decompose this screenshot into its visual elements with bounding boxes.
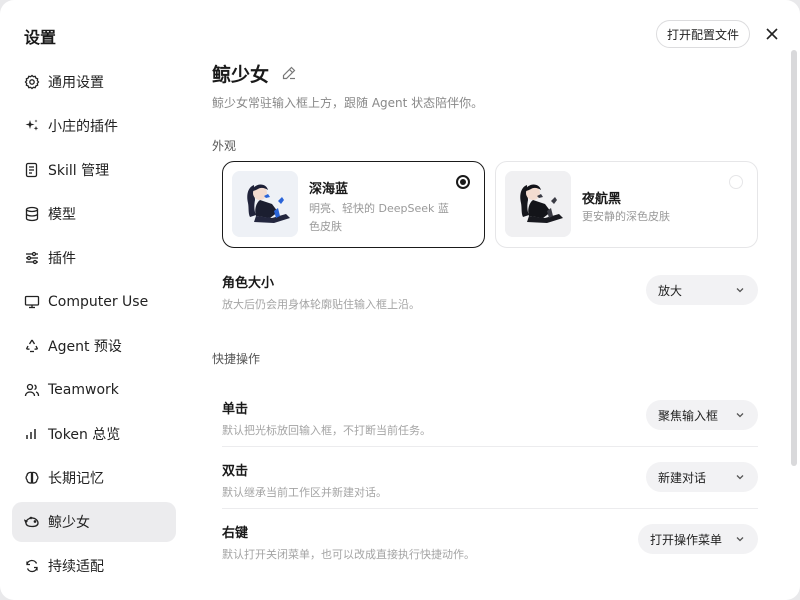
- sidebar-item-label: Agent 预设: [48, 339, 122, 355]
- main-content: 鲸少女 鲸少女常驻输入框上方，跟随 Agent 状态陪伴你。: [212, 56, 772, 111]
- sidebar-item-teamwork[interactable]: Teamwork: [12, 370, 176, 410]
- chevron-down-icon: [734, 409, 746, 421]
- sidebar-item-label: 持续适配: [48, 559, 104, 575]
- page-header: 鲸少女: [212, 56, 772, 90]
- open-config-file-button[interactable]: 打开配置文件: [656, 20, 750, 48]
- loop-icon: [24, 558, 40, 574]
- close-icon: [765, 27, 779, 41]
- skin-radio-selected[interactable]: [456, 175, 470, 189]
- sidebar-item-label: 通用设置: [48, 75, 104, 91]
- chevron-down-icon: [734, 533, 746, 545]
- sidebar-item-whale-girl[interactable]: 鲸少女: [12, 502, 176, 542]
- sidebar-item-token-overview[interactable]: Token 总览: [12, 414, 176, 454]
- skin-card-night-black[interactable]: 夜航黑 更安静的深色皮肤: [495, 161, 758, 248]
- sidebar-item-plugins-zhuang[interactable]: 小庄的插件: [12, 106, 176, 146]
- sidebar-item-long-term-memory[interactable]: 长期记忆: [12, 458, 176, 498]
- sidebar-item-skill[interactable]: Skill 管理: [12, 150, 176, 190]
- sidebar-item-label: Teamwork: [48, 382, 119, 398]
- settings-title: 设置: [24, 28, 57, 47]
- skin-name: 深海蓝: [309, 182, 349, 197]
- select-value: 打开操作菜单: [650, 532, 723, 547]
- whale-icon: [24, 514, 40, 530]
- sliders-icon: [24, 250, 40, 266]
- divider: [222, 508, 758, 509]
- right-click-select[interactable]: 打开操作菜单: [638, 524, 758, 554]
- sidebar-item-general[interactable]: 通用设置: [12, 62, 176, 102]
- page-title: 鲸少女: [212, 63, 270, 86]
- skin-radio-unselected[interactable]: [729, 175, 743, 189]
- sidebar-nav: 通用设置 小庄的插件 Skill 管理 模型 插件 Computer Use A…: [12, 62, 176, 590]
- skin-description: 更安静的深色皮肤: [582, 210, 670, 223]
- skin-thumbnail-blue: [232, 171, 298, 237]
- close-button[interactable]: [762, 24, 782, 44]
- character-size-select[interactable]: 放大: [646, 275, 758, 305]
- sidebar-item-label: 插件: [48, 251, 76, 267]
- settings-window: 设置 通用设置 小庄的插件 Skill 管理 模型 插件 Computer Us…: [0, 0, 800, 600]
- recycle-icon: [24, 338, 40, 354]
- single-click-select[interactable]: 聚焦输入框: [646, 400, 758, 430]
- skin-thumbnail-black: [505, 171, 571, 237]
- skin-card-deep-sea-blue[interactable]: 深海蓝 明亮、轻快的 DeepSeek 蓝色皮肤: [222, 161, 485, 248]
- sidebar-item-plugins[interactable]: 插件: [12, 238, 176, 278]
- divider: [222, 446, 758, 447]
- select-value: 放大: [658, 283, 683, 298]
- sidebar-item-label: Computer Use: [48, 294, 149, 310]
- sidebar-item-models[interactable]: 模型: [12, 194, 176, 234]
- database-icon: [24, 206, 40, 222]
- sidebar-item-label: Skill 管理: [48, 163, 110, 179]
- skin-name: 夜航黑: [582, 192, 622, 207]
- sparkle-icon: [24, 118, 40, 134]
- skin-description: 明亮、轻快的 DeepSeek 蓝色皮肤: [309, 202, 449, 233]
- scrollbar[interactable]: [791, 50, 797, 466]
- bar-chart-icon: [24, 426, 40, 442]
- sidebar-item-label: Token 总览: [48, 427, 121, 443]
- select-value: 新建对话: [658, 470, 707, 485]
- sidebar-item-agent-presets[interactable]: Agent 预设: [12, 326, 176, 366]
- users-icon: [24, 382, 40, 398]
- chevron-down-icon: [734, 284, 746, 296]
- gear-icon: [24, 74, 40, 90]
- select-value: 聚焦输入框: [658, 408, 719, 423]
- sidebar-item-label: 小庄的插件: [48, 119, 118, 135]
- edit-pencil-icon[interactable]: [281, 65, 297, 81]
- sidebar-item-continuous-adapt[interactable]: 持续适配: [12, 546, 176, 586]
- sidebar-item-label: 长期记忆: [48, 471, 104, 487]
- double-click-select[interactable]: 新建对话: [646, 462, 758, 492]
- page-description: 鲸少女常驻输入框上方，跟随 Agent 状态陪伴你。: [212, 96, 484, 110]
- quick-actions-section-label: 快捷操作: [212, 352, 261, 366]
- chevron-down-icon: [734, 471, 746, 483]
- sidebar-item-computer-use[interactable]: Computer Use: [12, 282, 176, 322]
- sidebar-item-label: 模型: [48, 207, 76, 223]
- document-icon: [24, 162, 40, 178]
- monitor-icon: [24, 294, 40, 310]
- brain-icon: [24, 470, 40, 486]
- sidebar: 设置 通用设置 小庄的插件 Skill 管理 模型 插件 Computer Us…: [0, 0, 190, 600]
- sidebar-item-label: 鲸少女: [48, 515, 90, 531]
- appearance-section-label: 外观: [212, 139, 237, 153]
